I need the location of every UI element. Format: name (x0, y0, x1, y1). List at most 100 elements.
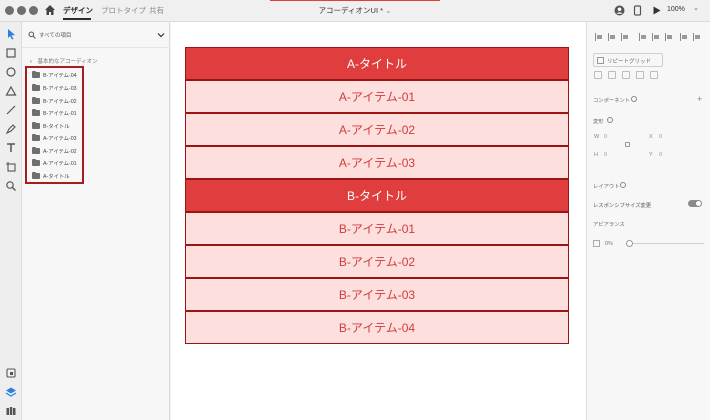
accordion-item-b-04[interactable]: B-アイテム-04 (185, 311, 569, 344)
folder-icon (32, 70, 40, 78)
zoom-icon[interactable] (5, 180, 17, 192)
filter-label: すべての項目 (39, 33, 72, 39)
info-icon[interactable] (607, 117, 613, 123)
layer-item[interactable]: B-アイテム-04 (32, 70, 82, 80)
accordion-item-a-01[interactable]: A-アイテム-01 (185, 80, 569, 113)
info-icon[interactable] (620, 182, 626, 188)
active-tab-indicator (63, 18, 91, 20)
height-label: H (594, 152, 598, 158)
accordion-item-b-03[interactable]: B-アイテム-03 (185, 278, 569, 311)
plugins-icon[interactable] (5, 367, 17, 379)
align-center-icon[interactable] (608, 33, 616, 41)
layers-icon[interactable] (5, 386, 17, 398)
layer-item[interactable]: A-アイテム-01 (32, 158, 82, 168)
layer-label: B-アイテム-01 (43, 111, 77, 117)
distribute-vertical-icon[interactable] (693, 33, 701, 41)
opacity-value[interactable]: 0% (605, 241, 613, 247)
text-icon[interactable] (5, 142, 17, 154)
x-field[interactable]: 0 (659, 134, 662, 140)
triangle-icon[interactable] (5, 85, 17, 97)
ellipse-icon[interactable] (5, 66, 17, 78)
distribute-horizontal-icon[interactable] (680, 33, 688, 41)
y-label: Y (649, 152, 653, 158)
boolean-intersect-icon[interactable] (622, 71, 630, 79)
title-bar: デザイン プロトタイプ 共有 アコーディオンUI * ⌄ 100% ⌄ (0, 0, 710, 22)
folder-icon (32, 121, 40, 129)
design-canvas[interactable]: A-タイトル A-アイテム-01 A-アイテム-02 A-アイテム-03 B-タ… (171, 22, 586, 420)
layers-filter[interactable]: すべての項目 (22, 22, 170, 48)
convert-to-path-icon[interactable] (650, 71, 658, 79)
add-component-icon[interactable]: + (697, 94, 702, 104)
responsive-resize-toggle[interactable] (688, 200, 702, 207)
chevron-down-icon: ⌄ (385, 6, 392, 15)
opacity-icon (593, 240, 600, 247)
repeat-grid-button[interactable]: リピートグリッド (593, 53, 663, 67)
layer-item[interactable]: A-アイテム-03 (32, 133, 82, 143)
chevron-down-icon[interactable]: ⌄ (693, 4, 699, 12)
info-icon[interactable] (631, 96, 637, 102)
layer-label: A-アイテム-01 (43, 161, 77, 167)
pen-icon[interactable] (5, 123, 17, 135)
select-icon[interactable] (5, 28, 17, 40)
accordion-item-a-02[interactable]: A-アイテム-02 (185, 113, 569, 146)
grid-icon (597, 57, 604, 64)
folder-icon (32, 171, 40, 179)
layer-label: A-タイトル (43, 174, 70, 180)
repeat-grid-label: リピートグリッド (607, 59, 652, 65)
layer-item[interactable]: B-タイトル (32, 121, 82, 131)
folder-icon (32, 108, 40, 116)
folder-icon (32, 96, 40, 104)
title-accent-line (270, 0, 440, 1)
folder-icon (32, 158, 40, 166)
search-icon (28, 31, 36, 39)
boolean-exclude-icon[interactable] (636, 71, 644, 79)
lock-icon[interactable] (625, 142, 630, 147)
document-title[interactable]: アコーディオンUI * ⌄ (0, 5, 710, 16)
breadcrumb-label: 基本的なアコーディオン (37, 59, 98, 65)
layer-item[interactable]: B-アイテム-01 (32, 108, 82, 118)
opacity-slider-handle[interactable] (626, 240, 633, 247)
layer-label: B-アイテム-04 (43, 73, 77, 79)
artboard-icon[interactable] (5, 161, 17, 173)
layer-label: B-アイテム-02 (43, 99, 77, 105)
align-top-icon[interactable] (639, 33, 647, 41)
accordion-item-b-01[interactable]: B-アイテム-01 (185, 212, 569, 245)
boolean-add-icon[interactable] (594, 71, 602, 79)
layer-label: B-アイテム-03 (43, 86, 77, 92)
layer-item[interactable]: A-アイテム-02 (32, 146, 82, 156)
layer-item[interactable]: A-タイトル (32, 171, 82, 181)
accordion-item-a-03[interactable]: A-アイテム-03 (185, 146, 569, 179)
rectangle-icon[interactable] (5, 47, 17, 59)
height-field[interactable]: 0 (604, 152, 607, 158)
user-icon[interactable] (614, 5, 625, 16)
boolean-subtract-icon[interactable] (608, 71, 616, 79)
layer-item[interactable]: B-アイテム-02 (32, 96, 82, 106)
libraries-icon[interactable] (5, 405, 17, 417)
layer-label: B-タイトル (43, 124, 70, 130)
accordion-title-a[interactable]: A-タイトル (185, 47, 569, 80)
chevron-down-icon[interactable] (157, 31, 165, 39)
folder-icon (32, 83, 40, 91)
folder-icon (32, 146, 40, 154)
layer-list-highlight: B-アイテム-04 B-アイテム-03 B-アイテム-02 B-アイテム-01 … (25, 66, 84, 184)
y-field[interactable]: 0 (659, 152, 662, 158)
accordion-title-b[interactable]: B-タイトル (185, 179, 569, 212)
align-bottom-icon[interactable] (665, 33, 673, 41)
align-left-icon[interactable] (595, 33, 603, 41)
document-title-text: アコーディオンUI * (318, 6, 384, 15)
zoom-level[interactable]: 100% (667, 6, 685, 13)
accordion-item-b-02[interactable]: B-アイテム-02 (185, 245, 569, 278)
align-right-icon[interactable] (621, 33, 629, 41)
play-icon[interactable] (651, 5, 662, 16)
folder-icon (32, 133, 40, 141)
line-icon[interactable] (5, 104, 17, 116)
opacity-slider-track[interactable] (629, 243, 704, 244)
properties-panel: リピートグリッド コンポーネント + 変形 W 0 X 0 H 0 Y 0 レイ… (586, 22, 710, 420)
align-middle-icon[interactable] (652, 33, 660, 41)
layer-item[interactable]: B-アイテム-03 (32, 83, 82, 93)
breadcrumb[interactable]: ‹ 基本的なアコーディオン (30, 57, 98, 65)
mobile-preview-icon[interactable] (632, 5, 643, 16)
back-arrow-icon[interactable]: ‹ (30, 59, 36, 65)
width-field[interactable]: 0 (604, 134, 607, 140)
tool-strip (0, 22, 22, 420)
